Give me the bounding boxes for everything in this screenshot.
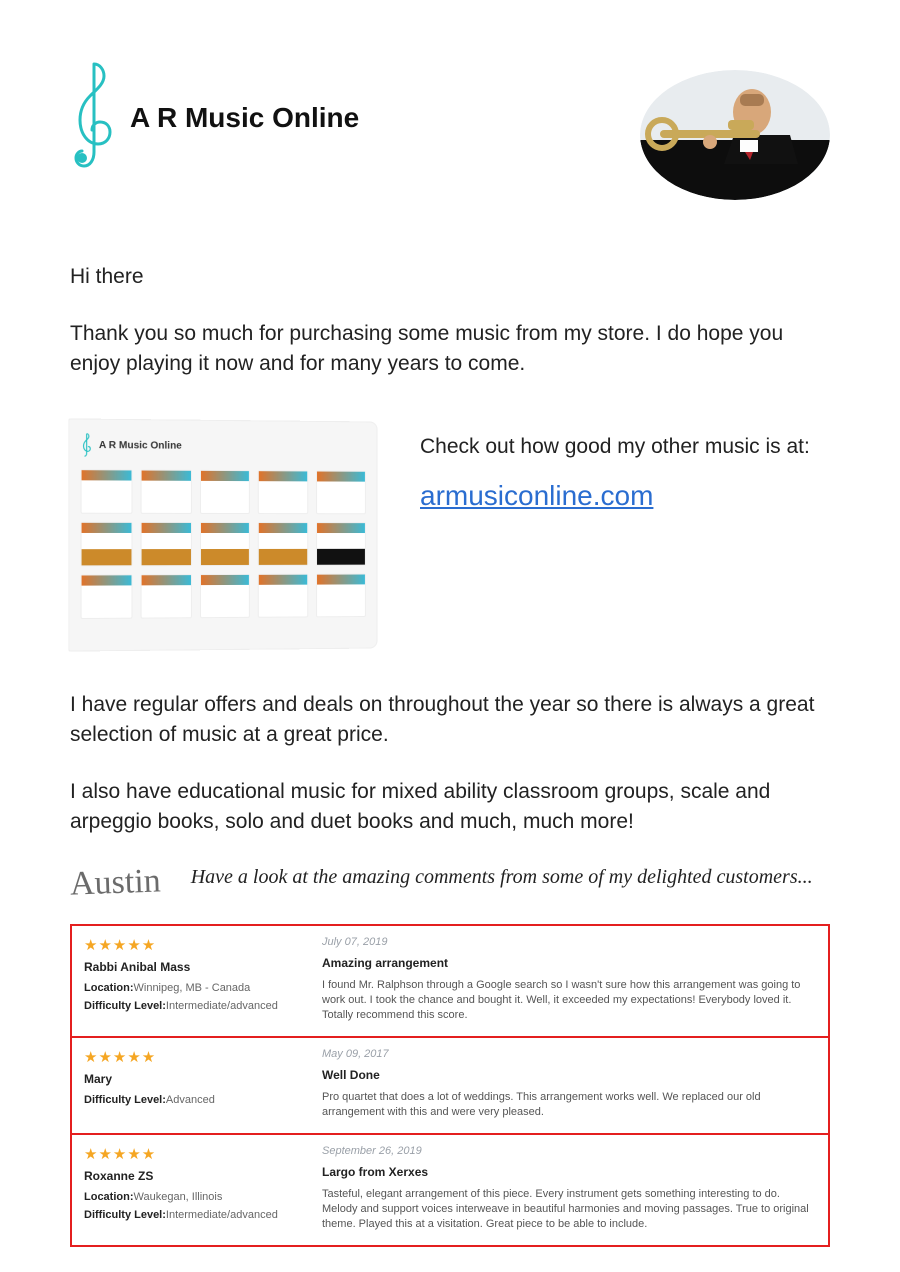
reviewer-name: Rabbi Anibal Mass <box>84 960 304 974</box>
star-rating-icon: ★★★★★ <box>84 1048 304 1066</box>
review-body: Pro quartet that does a lot of weddings.… <box>322 1090 816 1121</box>
brand-title: A R Music Online <box>130 102 359 134</box>
author-signature: Austin <box>69 862 161 903</box>
musician-photo <box>640 70 830 200</box>
review-body: Tasteful, elegant arrangement of this pi… <box>322 1187 816 1233</box>
reviewer-name: Mary <box>84 1072 304 1086</box>
website-link[interactable]: armusiconline.com <box>420 480 653 511</box>
review-location: Location:Waukegan, Illinois <box>84 1191 304 1203</box>
handwritten-note: Have a look at the amazing comments from… <box>191 864 830 891</box>
thank-you-text: Thank you so much for purchasing some mu… <box>70 319 830 380</box>
review-location: Location:Winnipeg, MB - Canada <box>84 982 304 994</box>
star-rating-icon: ★★★★★ <box>84 1145 304 1163</box>
review-difficulty: Difficulty Level:Intermediate/advanced <box>84 1209 304 1221</box>
review-difficulty: Difficulty Level:Intermediate/advanced <box>84 1000 304 1012</box>
star-rating-icon: ★★★★★ <box>84 936 304 954</box>
review-title: Largo from Xerxes <box>322 1165 816 1179</box>
treble-clef-icon <box>70 60 118 175</box>
promo-lead: Check out how good my other music is at: <box>420 432 830 462</box>
review-date: July 07, 2019 <box>322 936 816 948</box>
review-body: I found Mr. Ralphson through a Google se… <box>322 978 816 1024</box>
review-date: September 26, 2019 <box>322 1145 816 1157</box>
review-title: Amazing arrangement <box>322 956 816 970</box>
greeting-text: Hi there <box>70 265 830 289</box>
review-row: ★★★★★ Mary Difficulty Level:Advanced May… <box>72 1036 828 1133</box>
review-row: ★★★★★ Roxanne ZS Location:Waukegan, Illi… <box>72 1133 828 1245</box>
signature-row: Austin Have a look at the amazing commen… <box>70 864 830 902</box>
review-title: Well Done <box>322 1068 816 1082</box>
reviews-box: ★★★★★ Rabbi Anibal Mass Location:Winnipe… <box>70 924 830 1247</box>
deals-paragraph: I have regular offers and deals on throu… <box>70 690 830 751</box>
screenshot-brand: A R Music Online <box>99 439 182 451</box>
education-paragraph: I also have educational music for mixed … <box>70 777 830 838</box>
promo-section: A R Music Online Check out how good my o… <box>70 420 830 650</box>
website-screenshot: A R Music Online <box>68 418 377 651</box>
review-date: May 09, 2017 <box>322 1048 816 1060</box>
reviewer-name: Roxanne ZS <box>84 1169 304 1183</box>
review-row: ★★★★★ Rabbi Anibal Mass Location:Winnipe… <box>72 926 828 1036</box>
review-difficulty: Difficulty Level:Advanced <box>84 1094 304 1106</box>
